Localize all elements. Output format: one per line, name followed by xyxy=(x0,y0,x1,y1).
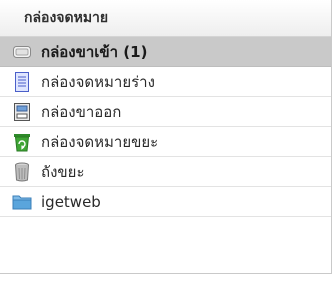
trash-can-icon xyxy=(12,162,32,182)
folder-item-label: กล่องจดหมายร่าง xyxy=(41,72,155,91)
folder-item-junk[interactable]: กล่องจดหมายขยะ xyxy=(0,127,331,157)
outbox-icon xyxy=(12,102,32,122)
folder-item-label: ถังขยะ xyxy=(41,162,85,181)
draft-document-icon xyxy=(12,71,32,92)
folder-item-igetweb[interactable]: igetweb xyxy=(0,187,331,217)
folder-item-drafts[interactable]: กล่องจดหมายร่าง xyxy=(0,67,331,97)
folder-item-label: igetweb xyxy=(41,192,101,211)
folder-item-trash[interactable]: ถังขยะ xyxy=(0,157,331,187)
recycle-bin-icon xyxy=(12,132,32,152)
folder-list: กล่องขาเข้า (1) กล่องจดหมายร่าง กล่องขาอ… xyxy=(0,37,331,217)
folder-icon xyxy=(12,192,32,212)
mail-folders-panel: กล่องจดหมาย กล่องขาเข้า (1) กล่องจดหมายร… xyxy=(0,0,332,274)
folder-item-label: กล่องขาออก xyxy=(41,102,122,121)
folder-item-label: กล่องขาเข้า (1) xyxy=(41,42,148,61)
folder-item-inbox[interactable]: กล่องขาเข้า (1) xyxy=(0,37,331,67)
folder-item-outbox[interactable]: กล่องขาออก xyxy=(0,97,331,127)
folder-item-label: กล่องจดหมายขยะ xyxy=(41,132,159,151)
inbox-tray-icon xyxy=(12,42,32,62)
folders-panel-title: กล่องจดหมาย xyxy=(0,0,331,37)
